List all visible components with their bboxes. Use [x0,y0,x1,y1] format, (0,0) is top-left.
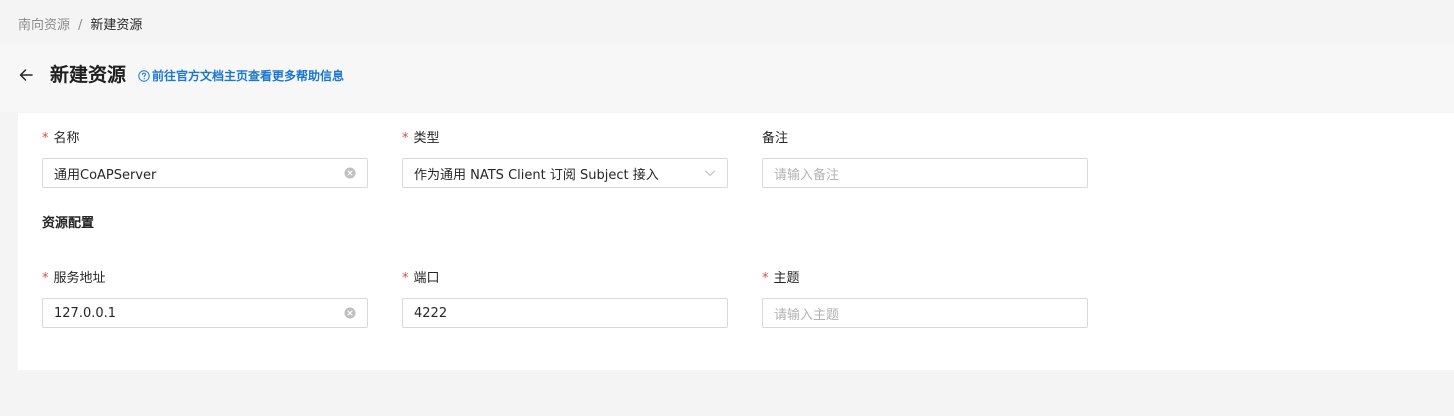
type-select-value: 作为通用 NATS Client 订阅 Subject 接入 [414,167,659,183]
name-label: * 名称 [42,131,80,146]
question-circle-icon [138,70,150,82]
required-mark: * [402,131,409,146]
remark-placeholder: 请输入备注 [774,167,840,183]
section-title-resource-config: 资源配置 [42,216,95,231]
topic-label: * 主题 [762,271,800,286]
page-title: 新建资源 [50,64,127,86]
address-input-value: 127.0.0.1 [54,305,117,321]
clear-icon[interactable] [344,167,356,179]
chevron-down-icon [704,170,716,177]
topic-input[interactable]: 请输入主题 [762,298,1088,328]
port-label: * 端口 [402,271,440,286]
name-input-value: 通用CoAPServer [54,167,157,183]
remark-label: 备注 [762,131,789,146]
port-input[interactable]: 4222 [402,298,728,328]
address-input[interactable]: 127.0.0.1 [42,298,368,328]
required-mark: * [42,271,49,286]
help-link-text: 前往官方文档主页查看更多帮助信息 [152,69,345,83]
address-label: * 服务地址 [42,271,106,286]
breadcrumb-current: 新建资源 [90,18,143,33]
type-label: * 类型 [402,131,440,146]
breadcrumb-parent-link[interactable]: 南向资源 [18,16,70,36]
required-mark: * [762,271,769,286]
arrow-left-icon [19,69,33,81]
port-input-value: 4222 [414,305,448,321]
help-doc-link[interactable]: 前往官方文档主页查看更多帮助信息 [138,68,344,84]
breadcrumb-separator: / [78,18,83,33]
breadcrumb: 南向资源 / 新建资源 [18,16,142,36]
topic-placeholder: 请输入主题 [774,307,840,323]
remark-input[interactable]: 请输入备注 [762,158,1088,188]
required-mark: * [402,271,409,286]
type-select[interactable]: 作为通用 NATS Client 订阅 Subject 接入 [402,158,728,188]
form-card: * 名称 通用CoAPServer * 类型 作为通用 NATS Client … [18,113,1454,370]
name-input[interactable]: 通用CoAPServer [42,158,368,188]
back-button[interactable] [17,66,35,84]
clear-icon[interactable] [344,307,356,319]
required-mark: * [42,131,49,146]
